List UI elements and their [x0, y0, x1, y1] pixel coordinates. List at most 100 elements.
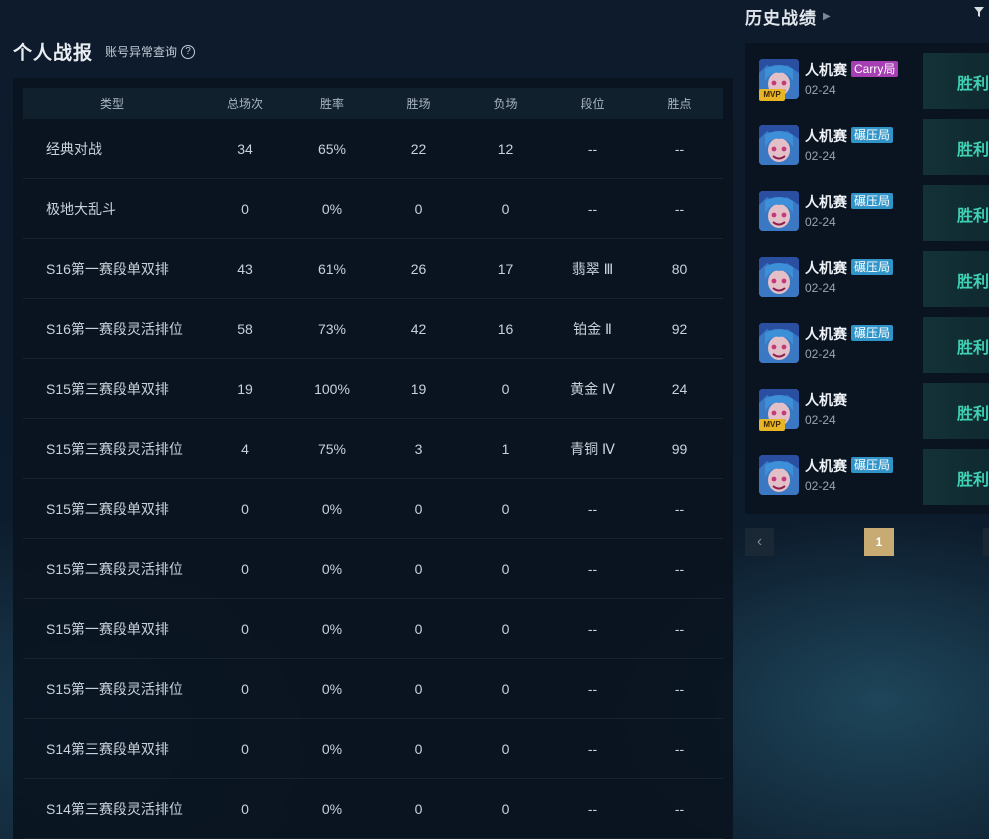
cell-rank: 翡翠 Ⅲ	[571, 260, 614, 277]
match-result-box: 胜利	[923, 251, 989, 307]
match-tag: 碾压局	[851, 457, 894, 473]
match-tag: 碾压局	[851, 259, 894, 275]
match-date: 02-24	[805, 413, 836, 427]
cell-rank: --	[587, 740, 598, 757]
cell-lp: --	[674, 680, 685, 697]
account-anomaly-link[interactable]: 账号异常查询 ?	[105, 43, 196, 60]
cell-losses: 0	[501, 380, 510, 397]
cell-wins: 0	[414, 500, 423, 517]
cell-rank: 青铜 Ⅳ	[570, 440, 615, 457]
table-row: S14第三赛段单双排 0 0% 0 0 -- --	[23, 719, 723, 779]
cell-rank: --	[587, 680, 598, 697]
stats-header: 个人战报 账号异常查询 ?	[13, 38, 196, 65]
cell-rank: --	[587, 200, 598, 217]
cell-wins: 0	[414, 560, 423, 577]
cell-lp: --	[674, 500, 685, 517]
cell-lp: 24	[671, 380, 688, 397]
match-result: 胜利	[957, 406, 989, 423]
match-item[interactable]: MVP 人机赛 Carry局 02-24 胜利	[745, 53, 989, 109]
match-result-box: 胜利	[923, 185, 989, 241]
help-icon[interactable]: ?	[181, 44, 196, 59]
match-mode: 人机赛	[805, 392, 847, 408]
stats-table-body: 经典对战 34 65% 22 12 -- -- 极地大乱斗 0 0% 0 0 -- -- S16第一赛段单双…	[23, 119, 723, 839]
match-item[interactable]: 人机赛 碾压局 02-24 胜利	[745, 449, 989, 505]
stats-table-header: 类型 总场次 胜率 胜场 负场 段位 胜点	[23, 88, 723, 119]
cell-losses: 1	[501, 440, 510, 457]
cell-lp: 99	[671, 440, 688, 457]
cell-wins: 0	[414, 740, 423, 757]
header-losses: 负场	[493, 97, 518, 111]
match-item[interactable]: 人机赛 碾压局 02-24 胜利	[745, 119, 989, 175]
cell-rank: 铂金 Ⅱ	[573, 320, 612, 337]
table-row: S16第一赛段灵活排位 58 73% 42 16 铂金 Ⅱ 92	[23, 299, 723, 359]
match-mode: 人机赛	[805, 128, 847, 144]
champion-avatar	[759, 125, 799, 165]
cell-wins: 42	[410, 320, 427, 337]
match-item[interactable]: 人机赛 碾压局 02-24 胜利	[745, 251, 989, 307]
cell-total: 0	[241, 800, 249, 817]
history-title: 历史战绩	[745, 9, 817, 28]
cell-winrate: 0%	[321, 800, 343, 817]
cell-type: S14第三赛段单双排	[46, 740, 169, 757]
match-mode: 人机赛	[805, 260, 847, 276]
cell-total: 58	[237, 320, 253, 337]
cell-lp: --	[674, 800, 685, 817]
cell-type: S16第一赛段单双排	[46, 260, 169, 277]
match-result: 胜利	[957, 76, 989, 93]
table-row: 经典对战 34 65% 22 12 -- --	[23, 119, 723, 179]
cell-losses: 0	[501, 560, 510, 577]
page-button-current[interactable]: 1	[864, 528, 894, 556]
cell-lp: 80	[671, 260, 688, 277]
filter-icon[interactable]	[973, 6, 985, 18]
cell-winrate: 0%	[321, 560, 343, 577]
match-date: 02-24	[805, 149, 836, 163]
cell-wins: 0	[414, 800, 423, 817]
match-result: 胜利	[957, 142, 989, 159]
match-item[interactable]: 人机赛 碾压局 02-24 胜利	[745, 185, 989, 241]
cell-wins: 0	[414, 620, 423, 637]
match-date: 02-24	[805, 479, 836, 493]
match-result-box: 胜利	[923, 53, 989, 109]
table-row: S15第三赛段灵活排位 4 75% 3 1 青铜 Ⅳ 99	[23, 419, 723, 479]
cell-total: 43	[237, 260, 253, 277]
cell-losses: 0	[501, 620, 510, 637]
next-page-button[interactable]	[983, 528, 989, 556]
table-row: S15第二赛段单双排 0 0% 0 0 -- --	[23, 479, 723, 539]
match-item[interactable]: 人机赛 碾压局 02-24 胜利	[745, 317, 989, 373]
cell-winrate: 0%	[321, 620, 343, 637]
cell-lp: --	[674, 560, 685, 577]
cell-losses: 0	[501, 680, 510, 697]
history-header[interactable]: 历史战绩 ▶	[745, 4, 831, 29]
table-row: S15第三赛段单双排 19 100% 19 0 黄金 Ⅳ 24	[23, 359, 723, 419]
cell-losses: 17	[497, 260, 514, 277]
cell-type: S14第三赛段灵活排位	[46, 800, 183, 817]
match-history-list: MVP 人机赛 Carry局 02-24 胜利 人机赛 碾压局 02-24 胜利 人机赛 碾压局 02…	[745, 43, 989, 514]
header-total: 总场次	[226, 97, 263, 111]
header-lp: 胜点	[667, 97, 692, 111]
cell-type: S15第一赛段灵活排位	[46, 680, 183, 697]
match-mode: 人机赛	[805, 62, 847, 78]
cell-rank: --	[587, 500, 598, 517]
header-rank: 段位	[580, 97, 605, 111]
cell-wins: 0	[414, 680, 423, 697]
cell-total: 0	[241, 620, 249, 637]
chevron-right-icon: ▶	[823, 11, 831, 22]
table-row: S15第一赛段单双排 0 0% 0 0 -- --	[23, 599, 723, 659]
header-winrate: 胜率	[319, 97, 344, 111]
match-tag: Carry局	[851, 61, 899, 77]
cell-total: 0	[241, 200, 249, 217]
match-item[interactable]: MVP 人机赛 02-24 胜利	[745, 383, 989, 439]
header-wins: 胜场	[406, 97, 431, 111]
cell-rank: --	[587, 800, 598, 817]
table-row: 极地大乱斗 0 0% 0 0 -- --	[23, 179, 723, 239]
prev-page-button[interactable]: ‹	[745, 528, 774, 556]
cell-type: S15第三赛段单双排	[46, 380, 169, 397]
match-tag: 碾压局	[851, 193, 894, 209]
match-result: 胜利	[957, 208, 989, 225]
cell-type: 极地大乱斗	[46, 200, 116, 217]
cell-winrate: 0%	[321, 680, 343, 697]
cell-type: S15第二赛段灵活排位	[46, 560, 183, 577]
cell-wins: 22	[410, 140, 427, 157]
match-result-box: 胜利	[923, 383, 989, 439]
match-date: 02-24	[805, 281, 836, 295]
